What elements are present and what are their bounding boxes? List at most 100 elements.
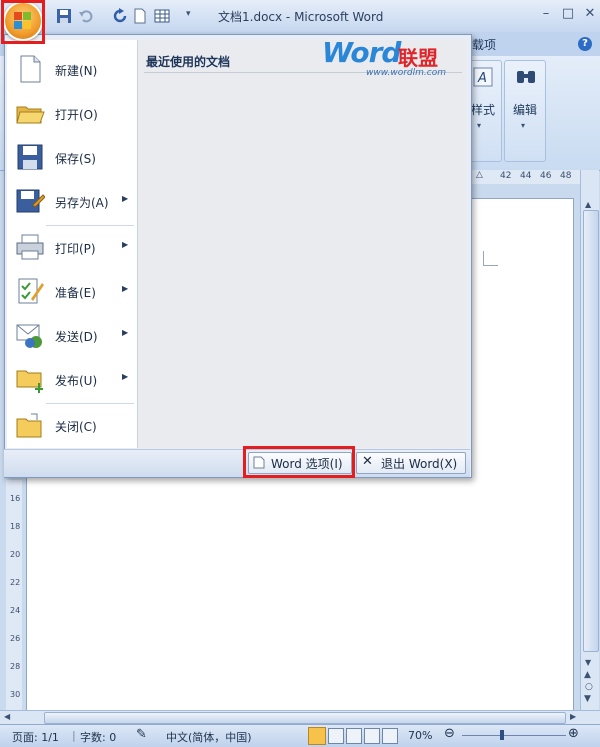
exit-word-button[interactable]: ✕ 退出 Word(X) [356, 452, 466, 474]
scroll-up-icon[interactable]: ▲ [585, 200, 591, 209]
vruler-tick: 30 [10, 690, 21, 699]
editing-dropdown-icon: ▾ [521, 121, 526, 130]
language-status[interactable]: 中文(简体，中国) [166, 729, 252, 745]
word-options-highlight [243, 446, 355, 478]
menu-item-label: 准备(E) [55, 286, 96, 300]
close-document-icon [16, 413, 42, 438]
recent-documents-title: 最近使用的文档 [146, 55, 231, 69]
submenu-arrow-icon: ▶ [122, 284, 129, 293]
printer-icon [16, 234, 44, 260]
status-bar: 页面: 1/1 | 字数: 0 ✎ 中文(简体，中国) 70% ⊖ ⊕ [0, 724, 600, 747]
next-page-icon[interactable]: ▼ [584, 694, 591, 704]
vruler-tick: 18 [10, 522, 21, 531]
office-button-highlight [1, 0, 45, 44]
browse-object-icon[interactable]: ○ [585, 682, 593, 692]
table-icon[interactable] [154, 8, 170, 24]
scroll-right-icon[interactable]: ▶ [570, 712, 576, 721]
new-document-icon[interactable] [132, 8, 148, 24]
horizontal-scrollbar[interactable]: ◀ ▶ [0, 710, 600, 725]
maximize-button[interactable]: □ [558, 6, 578, 22]
save-icon [17, 144, 43, 170]
menu-item-label: 关闭(C) [55, 420, 97, 434]
previous-page-icon[interactable]: ▲ [584, 670, 591, 680]
menu-item-label: 打印(P) [55, 242, 96, 256]
proofing-icon[interactable]: ✎ [136, 727, 147, 742]
zoom-out-icon[interactable]: ⊖ [444, 726, 455, 741]
customize-toolbar-icon[interactable]: ▾ [186, 9, 191, 19]
page-count[interactable]: 页面: 1/1 [12, 729, 59, 745]
scroll-down-icon[interactable]: ▼ [585, 658, 591, 667]
outline-view-icon[interactable] [364, 728, 380, 744]
vruler-tick: 26 [10, 634, 21, 643]
draft-view-icon[interactable] [382, 728, 398, 744]
menu-item-label: 发布(U) [55, 374, 98, 388]
undo-icon[interactable] [78, 8, 94, 24]
redo-icon[interactable] [112, 8, 128, 24]
zoom-slider[interactable] [462, 735, 566, 736]
watermark-url: www.wordlm.com [366, 68, 446, 78]
ruler-tick: 42 [500, 171, 512, 181]
open-folder-icon [16, 106, 45, 124]
hscroll-thumb[interactable] [44, 712, 566, 724]
horizontal-ruler: △ 42 44 46 48 [470, 170, 580, 184]
window-title: 文档1.docx - Microsoft Word [218, 10, 384, 24]
menu-separator [46, 403, 134, 404]
vruler-tick: 16 [10, 494, 21, 503]
menu-item-label: 打开(O) [55, 108, 98, 122]
zoom-level[interactable]: 70% [408, 729, 432, 742]
zoom-in-icon[interactable]: ⊕ [568, 726, 579, 741]
menu-item-label: 发送(D) [55, 330, 98, 344]
menu-item-open[interactable]: 打开(O) [8, 93, 136, 133]
ribbon-group-editing[interactable]: 编辑 ▾ [504, 60, 546, 162]
ruler-tick: 48 [560, 171, 572, 181]
menu-item-close[interactable]: 关闭(C) [8, 405, 136, 445]
ruler-indent-marker[interactable]: △ [476, 170, 483, 180]
svg-text:A: A [477, 71, 487, 86]
recent-documents-pane [138, 40, 466, 448]
menu-item-save-as[interactable]: 另存为(A) ▶ [8, 181, 136, 221]
menu-item-send[interactable]: 发送(D) ▶ [8, 315, 136, 355]
submenu-arrow-icon: ▶ [122, 194, 129, 203]
menu-item-label: 新建(N) [55, 64, 98, 78]
menu-item-save[interactable]: 保存(S) [8, 137, 136, 177]
menu-item-label: 保存(S) [55, 152, 96, 166]
help-icon[interactable]: ? [578, 37, 592, 51]
watermark-logo: Word [322, 36, 401, 69]
scroll-thumb[interactable] [583, 210, 599, 652]
tab-addins[interactable]: 载项 [472, 36, 496, 53]
full-screen-reading-icon[interactable] [328, 728, 344, 744]
new-document-icon [20, 55, 41, 83]
save-as-icon [16, 189, 45, 213]
web-layout-icon[interactable] [346, 728, 362, 744]
exit-word-label: 退出 Word(X) [381, 457, 458, 471]
find-binoculars-icon [517, 71, 535, 83]
vruler-tick: 22 [10, 578, 21, 587]
menu-item-new[interactable]: 新建(N) [8, 49, 136, 89]
print-layout-view-icon[interactable] [308, 727, 326, 745]
prepare-icon [18, 278, 44, 304]
publish-icon [16, 370, 43, 393]
menu-item-prepare[interactable]: 准备(E) ▶ [8, 271, 136, 311]
menu-item-print[interactable]: 打印(P) ▶ [8, 227, 136, 267]
menu-item-publish[interactable]: 发布(U) ▶ [8, 359, 136, 399]
editing-label: 编辑 [513, 103, 538, 117]
submenu-arrow-icon: ▶ [122, 240, 129, 249]
page-corner-mark [483, 251, 498, 266]
vruler-tick: 28 [10, 662, 21, 671]
ruler-tick: 44 [520, 171, 532, 181]
styles-label: 样式 [471, 103, 496, 117]
vertical-ruler: 16 18 20 22 24 26 28 30 [6, 480, 22, 710]
vertical-scrollbar[interactable]: ▲ ▼ ▲ ○ ▼ [580, 170, 599, 710]
minimize-button[interactable]: – [536, 6, 556, 22]
close-window-button[interactable]: ✕ [580, 6, 600, 22]
watermark-logo-cn: 联盟 [398, 46, 438, 70]
save-icon[interactable] [56, 8, 72, 24]
vruler-tick: 24 [10, 606, 21, 615]
scroll-left-icon[interactable]: ◀ [4, 712, 10, 721]
styles-icon: A [473, 67, 493, 87]
menu-separator [46, 225, 134, 226]
zoom-slider-thumb[interactable] [500, 730, 504, 740]
submenu-arrow-icon: ▶ [122, 328, 129, 337]
word-count[interactable]: 字数: 0 [80, 729, 116, 745]
styles-dropdown-icon: ▾ [477, 121, 482, 130]
